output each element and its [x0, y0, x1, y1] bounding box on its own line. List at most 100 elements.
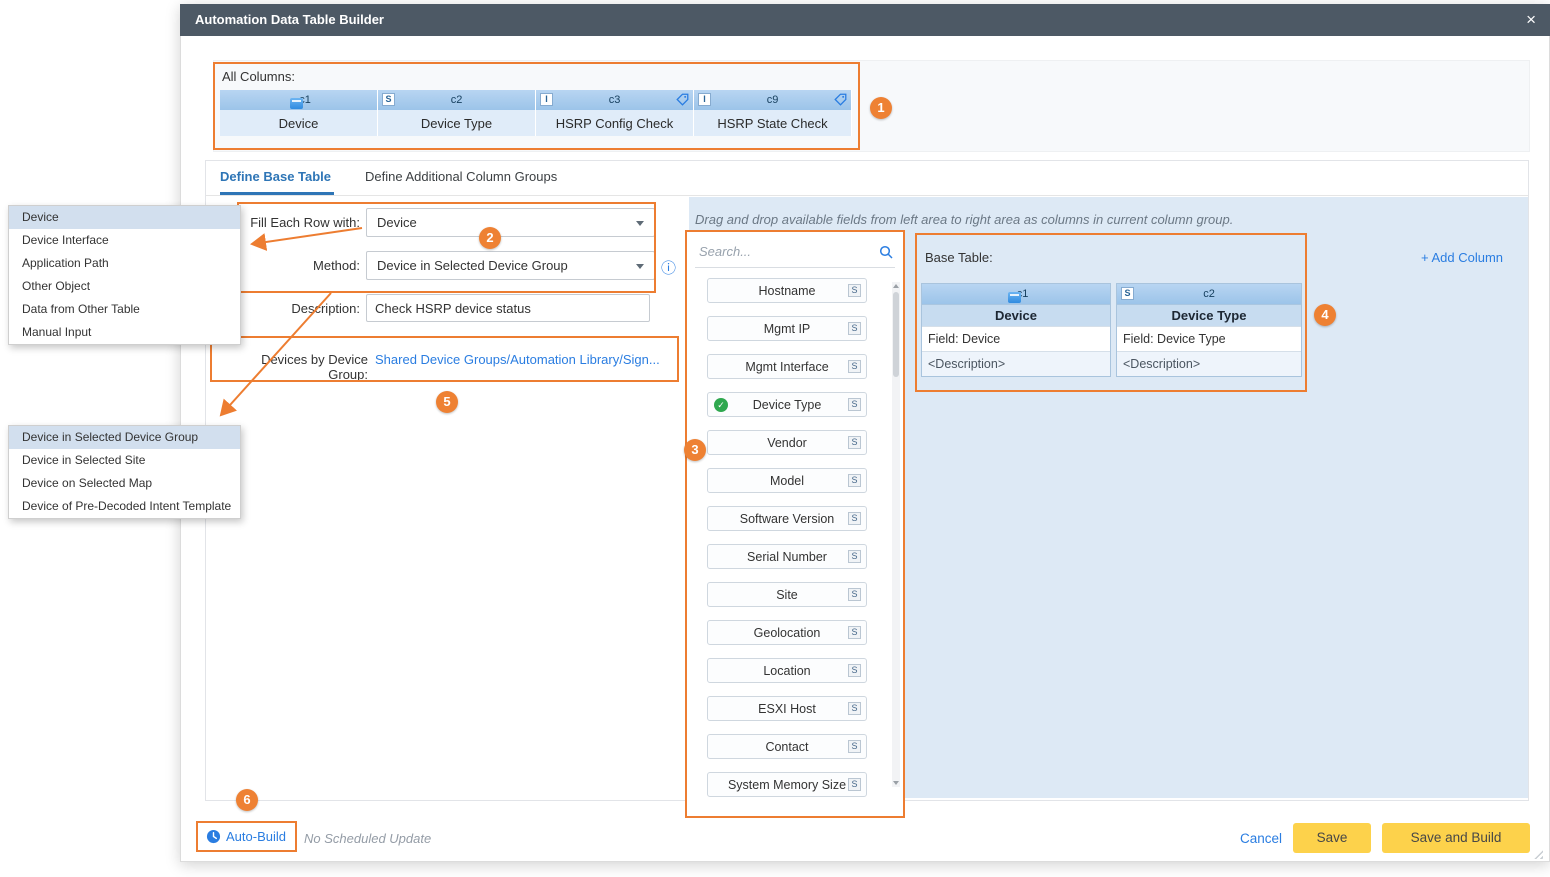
field-label: System Memory Size [728, 778, 846, 792]
close-icon[interactable]: × [1526, 4, 1536, 36]
check-icon: ✓ [714, 398, 728, 412]
base-table-column-device[interactable]: c1 Device Field: Device <Description> [921, 283, 1111, 377]
fill-each-row-label: Fill Each Row with: [240, 215, 360, 230]
column-field: Field: Device Type [1117, 326, 1301, 351]
menu-item-data-from-other-table[interactable]: Data from Other Table [9, 298, 240, 321]
base-table-column-device-type[interactable]: S c2 Device Type Field: Device Type <Des… [1116, 283, 1302, 377]
menu-item-other-object[interactable]: Other Object [9, 275, 240, 298]
field-item-geolocation[interactable]: Geolocation S [707, 620, 867, 645]
string-type-icon: S [848, 588, 861, 601]
scrollbar-thumb[interactable] [893, 292, 899, 377]
column-description[interactable]: <Description> [1117, 351, 1301, 376]
dialog-title: Automation Data Table Builder [195, 12, 384, 27]
string-type-icon: S [848, 436, 861, 449]
column-header-c3[interactable]: I c3 [536, 90, 694, 110]
field-item-mgmt-ip[interactable]: Mgmt IP S [707, 316, 867, 341]
column-name: Device Type [1117, 304, 1301, 326]
method-value: Device in Selected Device Group [377, 258, 568, 273]
field-item-device-type[interactable]: ✓ Device Type S [707, 392, 867, 417]
scroll-up-icon[interactable] [893, 284, 899, 288]
string-type-icon: S [848, 664, 861, 677]
field-label: Hostname [759, 284, 816, 298]
menu-item-device-interface[interactable]: Device Interface [9, 229, 240, 252]
fields-list: Hostname S Mgmt IP S Mgmt Interface S ✓ … [697, 278, 877, 797]
clock-icon [206, 829, 221, 844]
save-and-build-button[interactable]: Save and Build [1382, 823, 1530, 853]
search-icon[interactable] [879, 245, 893, 264]
info-icon[interactable]: ⓘ [661, 257, 676, 278]
menu-item-device-of-pre-decoded-intent-template[interactable]: Device of Pre-Decoded Intent Template [9, 495, 240, 518]
description-input[interactable] [366, 294, 650, 322]
devices-by-device-group-label: Devices by Device Group: [218, 352, 368, 382]
active-tab-underline [220, 192, 334, 195]
device-group-link[interactable]: Shared Device Groups/Automation Library/… [375, 352, 660, 367]
fill-each-row-select[interactable]: Device [366, 208, 655, 237]
string-type-icon: S [848, 360, 861, 373]
field-label: Contact [765, 740, 808, 754]
intent-type-icon: I [540, 93, 553, 106]
search-input[interactable] [695, 238, 863, 264]
all-columns-label: All Columns: [222, 69, 295, 84]
column-name: Device [922, 304, 1110, 326]
column-header-c9[interactable]: I c9 [694, 90, 852, 110]
description-label: Description: [240, 301, 360, 316]
column-id: c2 [1203, 288, 1215, 300]
auto-build-button[interactable]: Auto-Build [196, 821, 297, 852]
all-columns-table: c1 S c2 I c3 I c9 Device [220, 90, 852, 136]
column-field: Field: Device [922, 326, 1110, 351]
column-header-c1[interactable]: c1 [220, 90, 378, 110]
field-label: Mgmt IP [764, 322, 811, 336]
menu-item-device-on-selected-map[interactable]: Device on Selected Map [9, 472, 240, 495]
method-select[interactable]: Device in Selected Device Group [366, 251, 655, 280]
field-item-contact[interactable]: Contact S [707, 734, 867, 759]
dialog-title-bar: Automation Data Table Builder × [180, 4, 1550, 36]
string-type-icon: S [848, 322, 861, 335]
annotation-badge-3: 3 [684, 439, 706, 461]
field-item-serial-number[interactable]: Serial Number S [707, 544, 867, 569]
annotation-badge-6: 6 [236, 789, 258, 811]
field-item-esxi-host[interactable]: ESXI Host S [707, 696, 867, 721]
column-name-cell[interactable]: Device [220, 110, 378, 136]
save-button[interactable]: Save [1293, 823, 1371, 853]
tab-define-additional-column-groups[interactable]: Define Additional Column Groups [365, 169, 557, 184]
menu-item-application-path[interactable]: Application Path [9, 252, 240, 275]
menu-item-device-in-selected-site[interactable]: Device in Selected Site [9, 449, 240, 472]
fields-scrollbar[interactable] [892, 282, 900, 787]
string-type-icon: S [382, 93, 395, 106]
device-icon [290, 98, 303, 109]
column-name-cell[interactable]: HSRP State Check [694, 110, 852, 136]
field-label: Site [776, 588, 798, 602]
menu-item-device[interactable]: Device [9, 206, 240, 229]
field-item-system-memory-size[interactable]: System Memory Size S [707, 772, 867, 797]
menu-item-manual-input[interactable]: Manual Input [9, 321, 240, 344]
column-description[interactable]: <Description> [922, 351, 1110, 376]
field-item-hostname[interactable]: Hostname S [707, 278, 867, 303]
menu-item-device-in-selected-device-group[interactable]: Device in Selected Device Group [9, 426, 240, 449]
intent-type-icon: I [698, 93, 711, 106]
annotation-badge-2: 2 [479, 227, 501, 249]
tag-icon [676, 93, 689, 109]
add-column-button[interactable]: + Add Column [1421, 250, 1503, 265]
scroll-down-icon[interactable] [893, 781, 899, 785]
fill-each-row-value: Device [377, 215, 417, 230]
row-type-dropdown-menu: Device Device Interface Application Path… [8, 205, 241, 345]
field-item-mgmt-interface[interactable]: Mgmt Interface S [707, 354, 867, 379]
cancel-button[interactable]: Cancel [1240, 831, 1282, 846]
field-item-vendor[interactable]: Vendor S [707, 430, 867, 455]
column-name-cell[interactable]: HSRP Config Check [536, 110, 694, 136]
column-id: c9 [767, 94, 779, 106]
field-item-model[interactable]: Model S [707, 468, 867, 493]
field-label: Serial Number [747, 550, 827, 564]
field-item-site[interactable]: Site S [707, 582, 867, 607]
column-header-c2[interactable]: S c2 [378, 90, 536, 110]
field-item-software-version[interactable]: Software Version S [707, 506, 867, 531]
column-name-cell[interactable]: Device Type [378, 110, 536, 136]
tag-icon [834, 93, 847, 109]
annotation-badge-5: 5 [436, 391, 458, 413]
string-type-icon: S [848, 778, 861, 791]
page: Automation Data Table Builder × All Colu… [0, 0, 1550, 877]
tab-define-base-table[interactable]: Define Base Table [220, 169, 331, 184]
available-fields-panel: Hostname S Mgmt IP S Mgmt Interface S ✓ … [685, 230, 905, 818]
string-type-icon: S [848, 550, 861, 563]
field-item-location[interactable]: Location S [707, 658, 867, 683]
